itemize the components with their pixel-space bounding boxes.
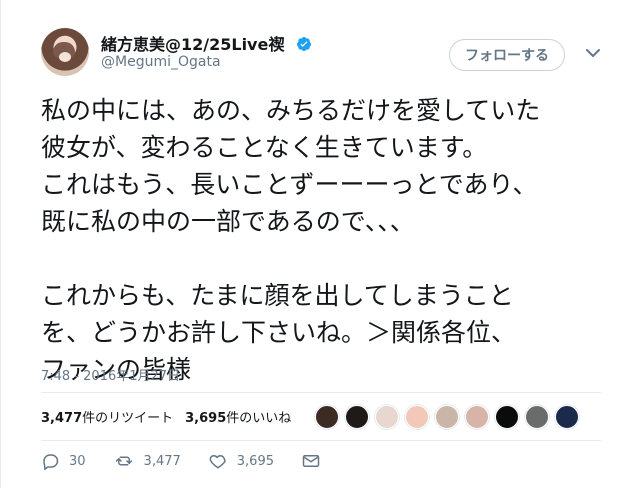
like-action[interactable]: 3,695 — [209, 452, 274, 470]
heart-icon — [209, 452, 227, 470]
reply-count: 30 — [69, 453, 86, 469]
reply-icon — [41, 452, 59, 470]
engagement-stats: 3,477件のリツイート 3,695件のいいね — [41, 400, 291, 432]
retweets-stat[interactable]: 3,477件のリツイート — [41, 407, 173, 426]
follow-button[interactable]: フォローする — [449, 39, 565, 71]
more-options-chevron-down-icon[interactable] — [586, 48, 600, 58]
liker-avatar[interactable] — [555, 405, 579, 429]
retweet-icon — [114, 452, 134, 470]
tweet-timestamp[interactable]: 7:48 - 2016年1月27日 — [41, 365, 180, 384]
liker-avatars — [315, 405, 579, 429]
like-count: 3,695 — [236, 453, 274, 469]
tweet-text: 私の中には、あの、みちるだけを愛していた 彼女が、変わることなく生きています。 … — [41, 96, 541, 384]
liker-avatar[interactable] — [465, 405, 489, 429]
retweet-count: 3,477 — [143, 453, 181, 469]
profile-avatar[interactable] — [41, 28, 89, 76]
liker-avatar[interactable] — [405, 405, 429, 429]
liker-avatar[interactable] — [375, 405, 399, 429]
envelope-icon — [302, 453, 320, 469]
display-name-text[interactable]: 緒方恵美@12/25Live禊 — [101, 35, 284, 54]
tweet-card: 緒方恵美@12/25Live禊 @Megumi_Ogata フォローする 私の中… — [0, 0, 634, 488]
liker-avatar[interactable] — [495, 405, 519, 429]
verified-badge-icon — [296, 36, 312, 52]
display-name[interactable]: 緒方恵美@12/25Live禊 — [101, 31, 312, 55]
liker-avatar[interactable] — [315, 405, 339, 429]
user-handle[interactable]: @Megumi_Ogata — [101, 54, 221, 70]
reply-action[interactable]: 30 — [41, 452, 86, 470]
tweet-actions: 30 3,477 3,695 — [41, 452, 348, 470]
divider-top — [41, 392, 601, 393]
likes-stat-count: 3,695 — [185, 410, 227, 426]
likes-stat[interactable]: 3,695件のいいね — [185, 407, 291, 426]
divider-bottom — [41, 440, 601, 441]
retweets-stat-count: 3,477 — [41, 410, 83, 426]
message-action[interactable] — [302, 453, 320, 469]
retweet-action[interactable]: 3,477 — [114, 452, 181, 470]
liker-avatar[interactable] — [525, 405, 549, 429]
tweet-header: 緒方恵美@12/25Live禊 @Megumi_Ogata フォローする — [1, 0, 634, 90]
likes-stat-label: 件のいいね — [226, 410, 292, 426]
liker-avatar[interactable] — [345, 405, 369, 429]
liker-avatar[interactable] — [435, 405, 459, 429]
retweets-stat-label: 件のリツイート — [82, 410, 174, 426]
